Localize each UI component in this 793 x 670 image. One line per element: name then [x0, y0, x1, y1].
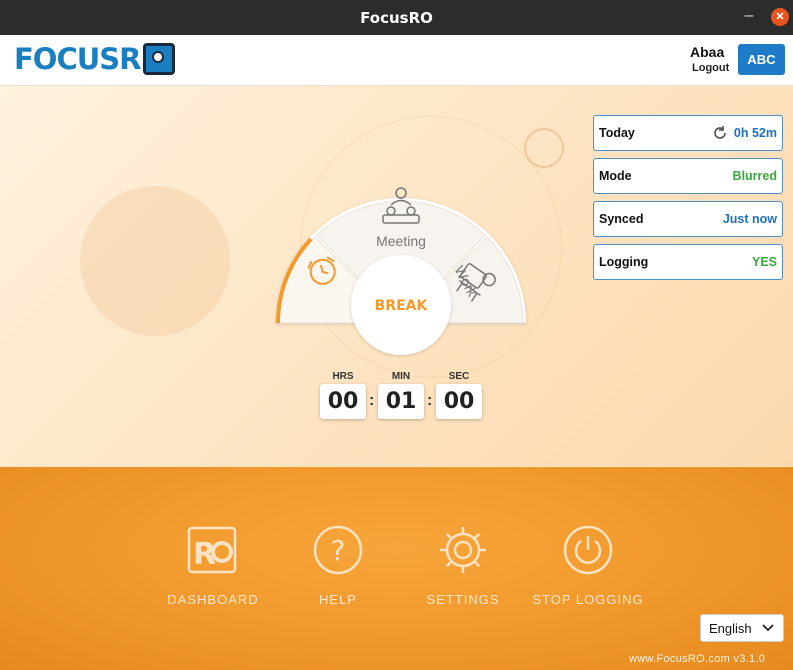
user-name: Abaa [690, 44, 725, 60]
dial-label-meeting: Meeting [376, 233, 426, 249]
focusro-logo: FOCUSR [14, 41, 175, 77]
minimize-icon[interactable]: – [742, 7, 756, 25]
nav-label: SETTINGS [426, 592, 500, 607]
language-select[interactable]: English [700, 614, 784, 642]
timer-hours-label: HRS [332, 371, 354, 382]
status-value: Blurred [732, 169, 777, 183]
status-card-today: Today 0h 52m [593, 115, 783, 151]
logo-text: FOCUSR [14, 42, 142, 76]
chevron-down-icon [762, 624, 774, 632]
status-label: Mode [599, 169, 632, 183]
nav-label: STOP LOGGING [532, 592, 644, 607]
timer-minutes-label: MIN [391, 371, 411, 382]
logo-camera-icon [142, 43, 175, 75]
break-label: BREAK [375, 298, 429, 314]
status-label: Synced [599, 212, 644, 226]
status-card-logging: Logging YES [593, 244, 783, 280]
timer-seconds: 00 [436, 384, 482, 419]
nav-label: DASHBOARD [167, 592, 259, 607]
footer-version: www.FocusRO.com v3.1.0 [629, 653, 766, 665]
app-header: FOCUSR Abaa Logout ABC [0, 35, 793, 86]
timer-separator: : [369, 392, 375, 409]
status-value: Just now [722, 212, 777, 226]
power-icon [563, 525, 613, 575]
avatar-button[interactable]: ABC [738, 44, 785, 75]
gear-icon [440, 527, 486, 573]
logout-link[interactable]: Logout [692, 62, 729, 74]
bottom-nav-panel [0, 467, 793, 670]
mode-dial: Meeting Work BREAK [275, 187, 526, 355]
status-card-mode: Mode Blurred [593, 158, 783, 194]
dashboard-ro-icon: R [187, 526, 237, 574]
window-title: FocusRO [360, 8, 433, 27]
decor-circle [80, 186, 230, 336]
timer-hours: 00 [320, 384, 366, 419]
help-question-icon: ? [313, 525, 363, 575]
timer-seconds-label: SEC [448, 371, 470, 382]
timer-minutes: 01 [378, 384, 424, 419]
close-icon[interactable]: ✕ [771, 8, 789, 26]
status-label: Today [599, 126, 635, 140]
status-label: Logging [599, 255, 649, 269]
nav-label: HELP [319, 592, 357, 607]
window-titlebar: FocusRO [0, 0, 793, 35]
status-value: YES [751, 255, 777, 269]
language-selected: English [709, 620, 752, 636]
timer-separator: : [427, 392, 433, 409]
status-card-synced: Synced Just now [593, 201, 783, 237]
svg-text:?: ? [331, 534, 346, 567]
refresh-icon [714, 126, 726, 139]
status-value: 0h 52m [733, 126, 777, 140]
